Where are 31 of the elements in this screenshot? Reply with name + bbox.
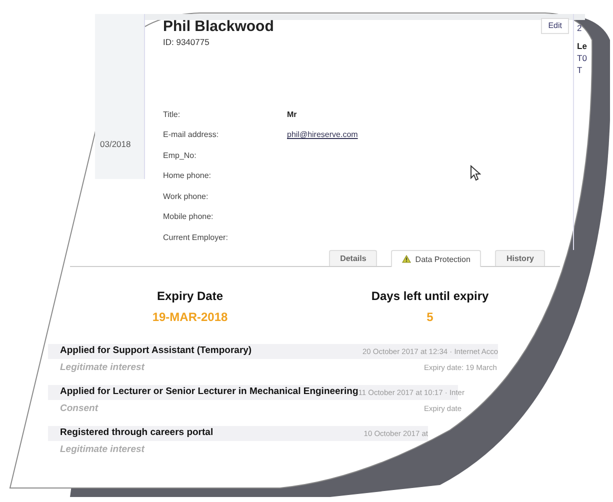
field-label: Current Employer: (163, 232, 229, 244)
legal-basis: Consent (60, 402, 100, 416)
field-label: E-mail address: (163, 129, 220, 142)
record-title: Applied for Support Assistant (Temporary) (60, 344, 253, 358)
email-link[interactable]: phil@hireserve.com (287, 129, 358, 150)
panel-text: T (577, 64, 584, 76)
panel-heading: Le (577, 40, 588, 52)
tab[interactable]: History (495, 250, 545, 266)
edit-button[interactable]: Edit (541, 18, 569, 34)
field-label: Mobile phone: (163, 211, 214, 224)
expiry-heading: Days left until expiry (370, 288, 490, 305)
record-title: Applied for Lecturer or Senior Lecturer in Mechanical Engineering (60, 385, 358, 400)
mouse-cursor-icon (470, 165, 481, 181)
legal-basis: Legitimate interest (60, 442, 146, 457)
tab[interactable]: Details (329, 250, 378, 266)
person-name: Phil Blackwood (163, 18, 274, 36)
field-label: Title: (163, 108, 182, 121)
panel-text: 2 (577, 22, 583, 34)
panel-text: T0 (577, 52, 588, 64)
field-label: Home phone: (163, 170, 212, 182)
tab[interactable]: Data Protection (391, 250, 482, 267)
expiry-value: 19-MAR-2018 (151, 309, 229, 326)
date-text: 03/2018 (100, 139, 131, 149)
expiry-heading: Expiry Date (156, 288, 224, 305)
expiry-value: 5 (426, 309, 434, 326)
field-label: Work phone: (163, 190, 210, 203)
person-id: ID: 9340775 (163, 36, 210, 49)
record-title: Registered through careers portal (60, 426, 214, 440)
field-value: Mr (287, 108, 297, 121)
legal-basis: Legitimate interest (60, 360, 146, 375)
field-label: Emp_No: (163, 150, 198, 162)
